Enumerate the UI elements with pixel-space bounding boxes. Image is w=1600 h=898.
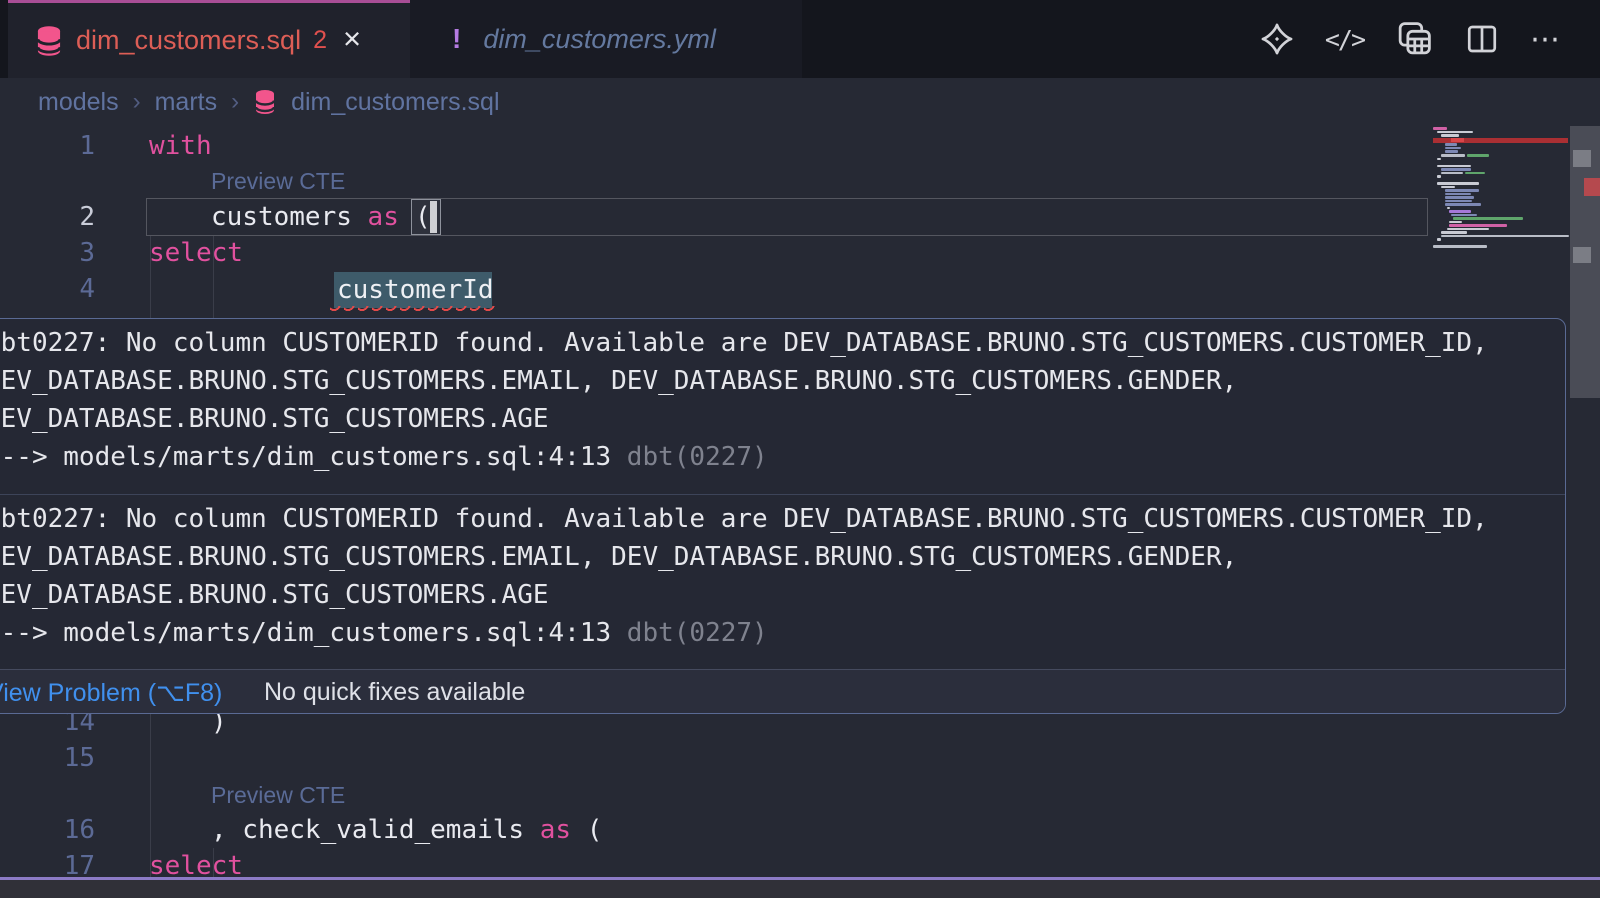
close-icon[interactable]: ×	[343, 21, 361, 57]
overview-error-mark	[1584, 178, 1600, 196]
overview-mark	[1573, 247, 1591, 263]
view-problem-link[interactable]: View Problem (⌥F8)	[0, 678, 222, 708]
code-lens-preview-cte[interactable]: Preview CTE	[211, 782, 345, 809]
popup-footer: View Problem (⌥F8) No quick fixes availa…	[0, 669, 1565, 714]
dbt-icon[interactable]	[1259, 21, 1295, 57]
tab-dim-customers-yml[interactable]: ! dim_customers.yml	[410, 0, 802, 78]
no-quick-fixes-text: No quick fixes available	[264, 678, 525, 707]
open-paren: (	[415, 198, 431, 236]
breadcrumb: models › marts › dim_customers.sql	[38, 78, 500, 126]
breadcrumb-marts[interactable]: marts	[155, 88, 218, 117]
code-line-4[interactable]: 4	[0, 270, 1433, 308]
editor-window: dim_customers.sql 2 × ! dim_customers.ym…	[0, 0, 1600, 898]
error-code: dbt(0227)	[627, 618, 768, 648]
error-squiggle	[330, 306, 496, 315]
error-code: dbt(0227)	[627, 442, 768, 472]
error-message-2: dbt0227: No column CUSTOMERID found. Ava…	[0, 494, 1565, 670]
line-number: 4	[0, 274, 95, 304]
tab-title: dim_customers.sql	[76, 25, 301, 56]
customerid-token[interactable]: customerId	[337, 271, 494, 309]
window-bottom-edge	[0, 880, 1600, 898]
code-line-15[interactable]: 15	[0, 739, 1433, 777]
error-message-1: dbt0227: No column CUSTOMERID found. Ava…	[0, 319, 1565, 494]
warning-icon: !	[452, 23, 461, 55]
code-line-3[interactable]: 3 select	[0, 234, 1433, 272]
error-hover-popup: dbt0227: No column CUSTOMERID found. Ava…	[0, 318, 1566, 714]
line-number: 3	[0, 238, 95, 268]
compiled-code-icon[interactable]: </>	[1325, 25, 1364, 54]
database-icon	[34, 25, 64, 57]
code-lens-preview-cte[interactable]: Preview CTE	[211, 168, 345, 195]
chevron-right-icon: ›	[133, 88, 141, 116]
split-editor-icon[interactable]	[1464, 21, 1500, 57]
line-number: 2	[0, 202, 95, 232]
problem-count-badge: 2	[313, 26, 327, 55]
tab-dim-customers-sql[interactable]: dim_customers.sql 2 ×	[8, 0, 410, 78]
code-line-2[interactable]: 2 customers as	[0, 198, 1433, 236]
code-line-1[interactable]: 1 with	[0, 127, 1433, 165]
more-actions-icon[interactable]: ⋯	[1530, 22, 1562, 57]
line-number: 16	[0, 815, 95, 845]
text-cursor	[430, 201, 437, 233]
breadcrumb-file[interactable]: dim_customers.sql	[291, 88, 499, 117]
tab-bar: dim_customers.sql 2 × ! dim_customers.ym…	[0, 0, 1600, 78]
database-icon	[253, 89, 277, 115]
minimap[interactable]	[1433, 126, 1568, 251]
scrollbar[interactable]	[1570, 126, 1600, 881]
overview-mark	[1573, 150, 1591, 167]
copy-table-icon[interactable]	[1394, 19, 1434, 59]
line-number: 1	[0, 131, 95, 161]
breadcrumb-models[interactable]: models	[38, 88, 119, 117]
code-line-16[interactable]: 16 , check_valid_emails as (	[0, 811, 1433, 849]
chevron-right-icon: ›	[231, 88, 239, 116]
editor-actions: </> ⋯	[1259, 0, 1562, 78]
line-number: 15	[0, 743, 95, 773]
tab-title: dim_customers.yml	[483, 24, 716, 55]
